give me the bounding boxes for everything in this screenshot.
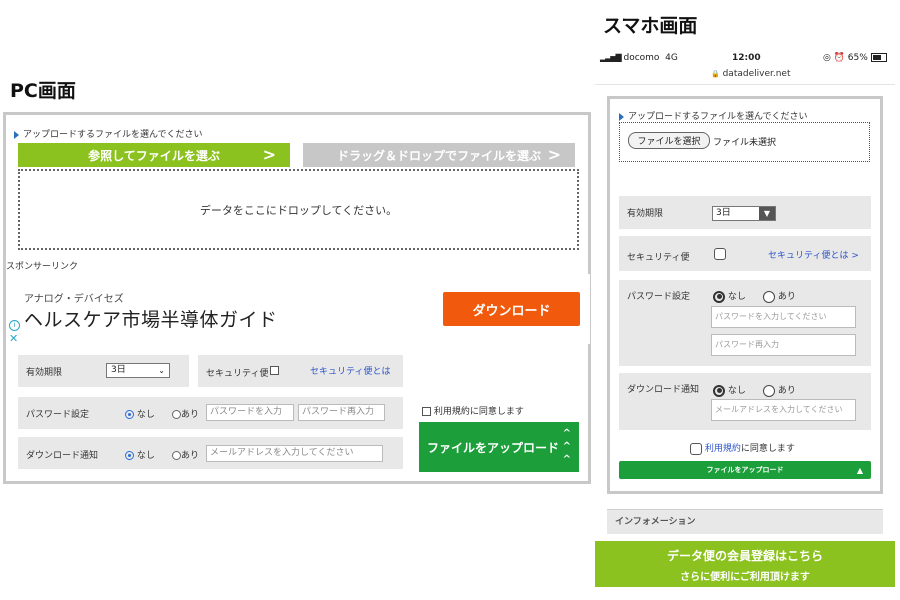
mobile-terms[interactable]: 利用規約に同意します (690, 441, 795, 455)
up-arrows-icon: ^ ^ ^ (562, 428, 571, 465)
member-line1: データ便の会員登録はこちら (666, 549, 823, 563)
status-time: 12:00 (732, 53, 761, 63)
radio-empty-icon (763, 290, 775, 303)
mobile-notify-opt-yes[interactable]: あり (763, 383, 796, 397)
member-line2: さらに便利にご利用頂けます (680, 572, 810, 583)
chevron-right-icon: > (547, 145, 561, 164)
pc-select-label: アップロードするファイルを選んでください (14, 127, 203, 140)
file-dropzone[interactable]: データをここにドロップしてください。 (18, 169, 579, 250)
pc-password-confirm-input[interactable]: パスワード再入力 (298, 404, 385, 421)
pc-notify-opt-yes[interactable]: あり (172, 448, 199, 461)
ad-title[interactable]: ヘルスケア市場半導体ガイド (24, 305, 278, 332)
mobile-password-label: パスワード設定 (627, 292, 691, 302)
mobile-notify-email-input[interactable]: メールアドレスを入力してください (711, 399, 856, 421)
radio-selected-icon (713, 384, 725, 397)
status-divider (595, 84, 895, 85)
pc-security-link[interactable]: セキュリティ便とは (310, 364, 390, 377)
browse-file-button[interactable]: 参照してファイルを選ぶ > (18, 143, 290, 167)
pc-upload-button[interactable]: ファイルをアップロード ^ ^ ^ (419, 422, 579, 472)
lock-icon: 🔒 (711, 70, 720, 78)
pc-security-checkbox[interactable] (270, 366, 279, 375)
pc-password-label: パスワード設定 (26, 410, 90, 420)
pc-password-opt-yes[interactable]: あり (172, 407, 199, 420)
caret-down-icon: ▼ (759, 207, 775, 220)
radio-selected-icon (713, 290, 725, 303)
radio-empty-icon (172, 410, 181, 419)
mobile-password-input[interactable]: パスワードを入力してください (711, 306, 856, 328)
info-header[interactable]: インフォメーション (607, 509, 883, 534)
pc-expiry-label: 有効期限 (26, 368, 63, 378)
mobile-expiry-label: 有効期限 (627, 209, 664, 219)
mobile-password-opt-none[interactable]: なし (713, 289, 746, 303)
terms-checkbox[interactable] (690, 442, 702, 455)
chevron-right-icon: > (262, 145, 276, 164)
signal-icon: ▂▃▅▇ (600, 53, 622, 62)
status-url: 🔒 datadeliver.net (711, 69, 791, 79)
ad-close-icon[interactable]: ✕ (9, 332, 18, 345)
chevron-down-icon: ⌄ (158, 366, 165, 375)
terms-checkbox[interactable] (422, 407, 431, 416)
mobile-security-label: セキュリティ便 (627, 253, 690, 263)
triangle-icon (14, 130, 19, 139)
battery-icon (870, 53, 887, 62)
triangle-icon (619, 112, 624, 121)
mobile-choose-file-button[interactable]: ファイルを選択 (628, 132, 710, 149)
mobile-security-checkbox[interactable] (714, 248, 726, 260)
pc-password-opt-none[interactable]: なし (125, 407, 155, 420)
mobile-file-status: ファイル未選択 (713, 138, 777, 148)
mobile-notify-label: ダウンロード通知 (627, 385, 700, 395)
mobile-notify-opt-none[interactable]: なし (713, 383, 746, 397)
pc-expiry-select[interactable]: 3日 ⌄ (106, 363, 170, 378)
mobile-select-label: アップロードするファイルを選んでください (619, 109, 808, 122)
ad-advertiser: アナログ・デバイセズ (24, 294, 124, 305)
pc-heading: PC画面 (10, 80, 76, 102)
radio-empty-icon (172, 451, 181, 460)
ad-info-icon[interactable]: i (9, 320, 20, 331)
status-carrier: ▂▃▅▇ docomo 4G (600, 53, 678, 63)
mobile-expiry-select[interactable]: 3日 ▼ (712, 206, 776, 221)
mobile-security-link[interactable]: セキュリティ便とは > (768, 248, 859, 261)
pc-notify-email-input[interactable]: メールアドレスを入力してください (206, 445, 383, 462)
mobile-heading: スマホ画面 (603, 15, 698, 37)
radio-selected-icon (125, 410, 134, 419)
pc-notify-label: ダウンロード通知 (26, 451, 99, 461)
pc-password-input[interactable]: パスワードを入力 (206, 404, 294, 421)
pc-security-label: セキュリティ便 (206, 369, 269, 379)
sponsor-label: スポンサーリンク (6, 262, 79, 272)
ad-download-button[interactable]: ダウンロード (443, 292, 580, 326)
alarm-icon: ◎ ⏰ (823, 53, 845, 63)
mobile-password-confirm-input[interactable]: パスワード再入力 (711, 334, 856, 356)
pc-notify-opt-none[interactable]: なし (125, 448, 155, 461)
mobile-upload-button[interactable]: ファイルをアップロード ▲ (619, 461, 871, 479)
mobile-password-opt-yes[interactable]: あり (763, 289, 796, 303)
pc-terms[interactable]: 利用規約に同意します (422, 404, 524, 417)
member-signup-banner[interactable]: データ便の会員登録はこちら さらに便利にご利用頂けます (595, 541, 895, 587)
radio-selected-icon (125, 451, 134, 460)
radio-empty-icon (763, 384, 775, 397)
caret-up-icon: ▲ (856, 465, 863, 475)
terms-link[interactable]: 利用規約 (705, 444, 741, 454)
dragdrop-file-button[interactable]: ドラッグ＆ドロップでファイルを選ぶ > (303, 143, 575, 167)
status-battery: ◎ ⏰ 65% (823, 53, 887, 63)
